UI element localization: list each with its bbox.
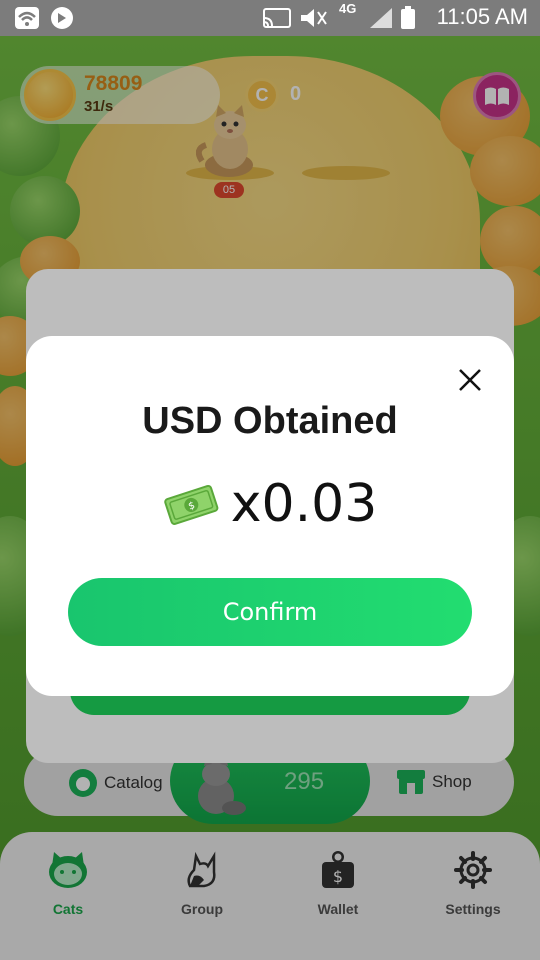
usd-obtained-dialog: USD Obtained $ x0.03 Confirm xyxy=(26,336,514,696)
mute-icon xyxy=(298,6,328,35)
status-bar: 4G 11:05 AM xyxy=(0,0,540,36)
signal-icon xyxy=(368,6,394,35)
wifi-icon xyxy=(14,6,40,35)
clock: 11:05 AM xyxy=(436,4,528,29)
close-icon xyxy=(459,369,481,391)
confirm-button[interactable]: Confirm xyxy=(68,578,472,646)
close-button[interactable] xyxy=(454,364,486,396)
shield-app-icon xyxy=(50,6,74,35)
dialog-title: USD Obtained xyxy=(142,400,398,442)
reward-amount: x0.03 xyxy=(230,474,378,534)
battery-icon xyxy=(400,6,416,35)
cast-icon xyxy=(262,6,292,35)
network-type: 4G xyxy=(339,1,357,16)
reward-row: $ x0.03 xyxy=(26,474,514,534)
cash-icon: $ xyxy=(163,484,219,525)
